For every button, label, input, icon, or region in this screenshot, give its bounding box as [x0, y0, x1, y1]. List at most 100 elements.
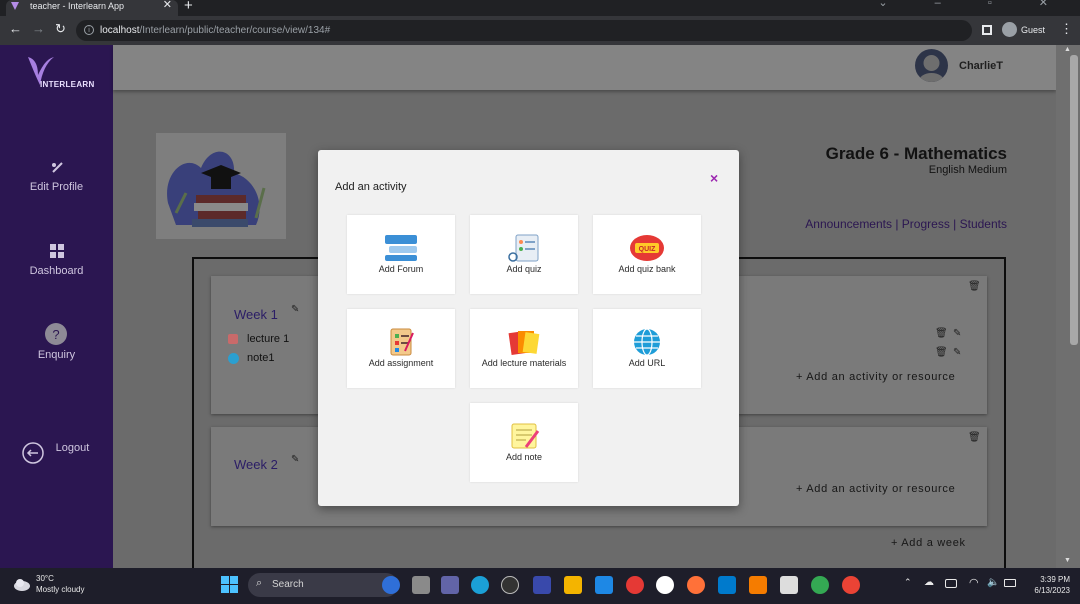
browser-menu-icon[interactable]: ⋮ [1060, 21, 1073, 37]
firefox-icon[interactable] [687, 576, 705, 594]
weather-cloud-icon[interactable] [12, 576, 32, 592]
vscode-icon[interactable] [718, 576, 736, 594]
sidebar-item-dashboard[interactable]: Dashboard [0, 265, 113, 277]
tile-label: Add quiz bank [618, 264, 676, 274]
volume-icon[interactable]: 🔈 [987, 577, 999, 588]
chrome-profile-icon[interactable] [811, 576, 829, 594]
add-url-tile[interactable]: Add URL [593, 309, 701, 388]
dashboard-icon [50, 244, 64, 258]
add-note-tile[interactable]: Add note [470, 403, 578, 482]
user-avatar[interactable] [915, 49, 948, 82]
sidebar-item-enquiry[interactable]: Enquiry [0, 349, 113, 361]
back-icon[interactable]: ← [9, 21, 22, 36]
svg-text:?: ? [52, 327, 59, 342]
temperature: 30°C [36, 574, 54, 583]
xampp-icon[interactable] [749, 576, 767, 594]
onedrive-icon[interactable]: ☁ [924, 577, 934, 588]
chrome-icon[interactable] [842, 576, 860, 594]
battery-icon[interactable] [1004, 579, 1016, 587]
url-globe-icon [634, 328, 660, 356]
forward-icon[interactable]: → [32, 21, 45, 36]
search-label: Search [272, 579, 304, 590]
file-explorer-icon[interactable] [564, 576, 582, 594]
scroll-down-icon[interactable]: ▼ [1064, 557, 1071, 564]
assignment-icon [390, 328, 414, 356]
scroll-up-icon[interactable]: ▲ [1064, 46, 1071, 53]
site-info-icon[interactable]: i [84, 25, 94, 35]
delete-icon[interactable]: 🗑 [935, 347, 948, 358]
add-activity-link[interactable]: + Add an activity or resource [796, 483, 955, 495]
chrome-canary-icon[interactable] [626, 576, 644, 594]
notion-icon[interactable] [656, 576, 674, 594]
add-quiz-bank-tile[interactable]: QUIZ Add quiz bank [593, 215, 701, 294]
globe-icon [228, 353, 239, 364]
delete-icon[interactable]: 🗑 [935, 328, 948, 339]
windows-start-icon[interactable] [221, 576, 238, 593]
delete-week-icon[interactable]: 🗑 [968, 432, 981, 443]
add-quiz-tile[interactable]: Add quiz [470, 215, 578, 294]
taskbar-search[interactable]: Search [248, 573, 398, 597]
browser-tab[interactable]: teacher - Interlearn App ✕ [6, 0, 178, 16]
bing-icon[interactable] [382, 576, 400, 594]
avatar-icon [918, 55, 945, 82]
teams-icon[interactable] [441, 576, 459, 594]
tile-label: Add lecture materials [481, 358, 567, 368]
add-forum-tile[interactable]: Add Forum [347, 215, 455, 294]
new-tab-icon[interactable]: + [184, 0, 193, 14]
list-item[interactable]: note1 [247, 352, 275, 364]
tile-label: Add quiz [506, 264, 542, 274]
add-activity-modal: Add an activity × Add Forum Add quiz QUI… [318, 150, 739, 506]
weather-condition: Mostly cloudy [36, 585, 85, 594]
user-name[interactable]: CharlieT [959, 60, 1003, 72]
guest-profile-label[interactable]: Guest [1001, 22, 1045, 38]
add-activity-link[interactable]: + Add an activity or resource [796, 371, 955, 383]
announcements-link[interactable]: Announcements [805, 217, 892, 231]
list-item[interactable]: lecture 1 [247, 333, 289, 345]
dell-icon[interactable] [501, 576, 519, 594]
edit-icon[interactable]: ✎ [953, 328, 961, 339]
reload-icon[interactable]: ↻ [55, 21, 66, 37]
forum-icon [385, 235, 417, 261]
address-bar[interactable]: localhost/Interlearn/public/teacher/cour… [76, 20, 972, 41]
task-view-icon[interactable] [412, 576, 430, 594]
edit-icon[interactable]: ✎ [291, 304, 299, 315]
side-panel-icon[interactable] [982, 25, 992, 35]
system-clock[interactable]: 3:39 PM 6/13/2023 [1022, 574, 1070, 596]
clock-time: 3:39 PM [1040, 575, 1070, 584]
window-controls[interactable]: ⌄ – ▫ ✕ [878, 0, 1070, 9]
add-lecture-materials-tile[interactable]: Add lecture materials [470, 309, 578, 388]
question-icon: ? [45, 323, 67, 345]
wifi-icon[interactable]: ◠ [969, 576, 979, 589]
progress-link[interactable]: Progress [902, 217, 950, 231]
close-icon[interactable]: × [710, 170, 718, 186]
add-assignment-tile[interactable]: Add assignment [347, 309, 455, 388]
sidebar-item-edit-profile[interactable]: Edit Profile [0, 181, 113, 193]
students-link[interactable]: Students [960, 217, 1007, 231]
logo-text: INTERLEARN [40, 80, 95, 89]
edit-icon[interactable]: ✎ [291, 454, 299, 465]
tab-close-icon[interactable]: ✕ [163, 0, 172, 11]
lecture-materials-icon [508, 330, 540, 356]
weather-widget[interactable]: 30°C Mostly cloudy [36, 573, 84, 595]
scrollbar-thumb[interactable] [1070, 55, 1078, 345]
search-icon: ⌕ [256, 577, 263, 589]
dev-icon[interactable] [533, 576, 551, 594]
edge-icon[interactable] [471, 576, 489, 594]
modal-title: Add an activity [335, 181, 407, 193]
tile-label: Add assignment [368, 358, 434, 368]
delete-week-icon[interactable]: 🗑 [968, 281, 981, 292]
course-illustration [156, 133, 286, 239]
edit-icon[interactable]: ✎ [953, 347, 961, 358]
tray-overflow-icon[interactable]: ⌃ [904, 577, 912, 588]
favicon-icon [11, 2, 19, 10]
sidebar: INTERLEARN Edit Profile Dashboard ? Enqu… [0, 45, 113, 568]
tile-label: Add Forum [378, 264, 424, 274]
keyboard-icon[interactable] [945, 579, 957, 588]
sidebar-item-logout[interactable]: Logout [16, 442, 129, 454]
tile-label: Add URL [628, 358, 666, 368]
quiz-icon [508, 234, 539, 262]
add-week-link[interactable]: + Add a week [891, 537, 966, 549]
week-title: Week 1 [234, 307, 278, 322]
mail-icon[interactable] [595, 576, 613, 594]
snipping-tool-icon[interactable] [780, 576, 798, 594]
